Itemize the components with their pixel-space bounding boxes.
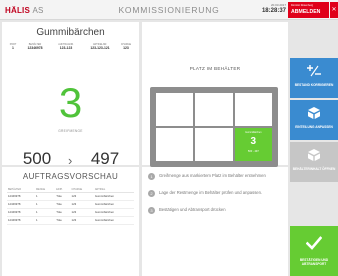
table-cell: 123 bbox=[70, 216, 94, 225]
meta-value: 1 bbox=[12, 46, 14, 50]
meta-value: 123-123-121 bbox=[90, 46, 110, 50]
table-row[interactable]: 12346978 1 Tüte 123 Gummibärchen bbox=[7, 192, 134, 201]
order-preview-table: BEHÄLTER MENGE EINH. CHARGE ARTIKEL 1234… bbox=[7, 187, 134, 225]
table-cell: 1 bbox=[34, 208, 56, 217]
close-icon[interactable]: ✕ bbox=[330, 2, 338, 18]
correct-stock-label: BESTAND KORRIGIEREN bbox=[294, 83, 334, 87]
logout-button[interactable]: Dominic Rosenberg ABMELDEN bbox=[288, 2, 329, 18]
table-cell: 1 bbox=[34, 200, 56, 209]
user-name: Dominic Rosenberg bbox=[291, 4, 313, 7]
meta-value: 123 bbox=[123, 46, 129, 50]
table-cell: Tüte bbox=[55, 216, 71, 225]
plus-minus-icon bbox=[307, 65, 321, 77]
checkmark-icon bbox=[306, 236, 322, 250]
box-icon bbox=[308, 107, 320, 119]
bin-panel: PLATZ IM BEHÄLTER Gummibärchen 3 500 - 4… bbox=[142, 22, 288, 167]
step-text: Greifmenge aus markiertem Platz im Behäl… bbox=[159, 173, 266, 178]
table-cell: Tüte bbox=[55, 200, 71, 209]
correct-stock-button[interactable]: BESTAND KORRIGIEREN bbox=[290, 58, 338, 98]
instructions-panel: 1 Greifmenge aus markiertem Platz im Beh… bbox=[142, 167, 288, 276]
article-panel: Gummibärchen PORT 1 BEHÄLTER 12346978 AU… bbox=[2, 22, 139, 172]
meta-value: 123-123 bbox=[59, 46, 73, 50]
table-cell: Gummibärchen bbox=[93, 200, 134, 209]
meta-order: AUFTRAGNR. 123-123 bbox=[52, 43, 80, 51]
order-preview-panel: AUFTRAGSVORSCHAU BEHÄLTER MENGE EINH. CH… bbox=[2, 167, 139, 276]
open-container-button[interactable]: BEHÄLTERINHALT ÖFFNEN bbox=[290, 142, 338, 182]
bin-slot[interactable] bbox=[195, 128, 233, 161]
table-cell: Gummibärchen bbox=[93, 216, 134, 225]
table-cell: 12346978 bbox=[7, 200, 35, 209]
chevron-right-icon: › bbox=[68, 153, 73, 168]
table-cell: 12346978 bbox=[7, 192, 35, 201]
app-root: HÄLIS AS KOMMISSIONIERUNG 20.03.2017 18:… bbox=[0, 0, 338, 276]
bin-slot-active[interactable]: Gummibärchen 3 500 - 497 bbox=[234, 128, 272, 161]
table-cell: 1 bbox=[34, 192, 56, 201]
step-number: 2 bbox=[148, 190, 155, 197]
target-quantity-value: 497 bbox=[90, 149, 120, 168]
article-name: Gummibärchen bbox=[36, 27, 105, 38]
clock: 20.03.2017 18:28:37 bbox=[250, 3, 286, 15]
adjust-division-button[interactable]: EINTEILUNG ANPASSEN bbox=[290, 100, 338, 140]
slot-quantity-change: 500 - 497 bbox=[247, 150, 259, 153]
top-bar: HÄLIS AS KOMMISSIONIERUNG 20.03.2017 18:… bbox=[0, 0, 338, 20]
slot-pick-quantity: 3 bbox=[250, 136, 257, 147]
bin-grid: Gummibärchen 3 500 - 497 bbox=[156, 93, 272, 161]
table-cell: 123 bbox=[70, 192, 94, 201]
meta-container: BEHÄLTER 12346978 bbox=[22, 43, 48, 51]
pick-quantity: 3 bbox=[58, 79, 83, 126]
adjust-division-label: EINTEILUNG ANPASSEN bbox=[295, 125, 333, 129]
table-row[interactable]: 12346978 1 Tüte 123 Gummibärchen bbox=[7, 208, 134, 217]
meta-article-number: ARTIKELNR. 123-123-121 bbox=[84, 43, 116, 51]
time-text: 18:28:37 bbox=[261, 8, 286, 14]
bin-slot[interactable] bbox=[156, 128, 194, 161]
bin-slot[interactable] bbox=[156, 93, 194, 126]
table-cell: Gummibärchen bbox=[93, 208, 134, 217]
meta-value: 12346978 bbox=[27, 46, 43, 50]
logout-label: ABMELDEN bbox=[291, 9, 321, 15]
table-row[interactable]: 12346978 1 Tüte 123 Gummibärchen bbox=[7, 216, 134, 225]
table-cell: 1 bbox=[34, 216, 56, 225]
pick-quantity-label: GREIFMENGE bbox=[58, 129, 83, 133]
container-icon bbox=[308, 149, 320, 161]
table-cell: 123 bbox=[70, 200, 94, 209]
step-text: Bestätigen und Abtransport drücken bbox=[159, 207, 226, 212]
meta-batch: CHARGE 123 bbox=[118, 43, 134, 51]
open-container-label: BEHÄLTERINHALT ÖFFNEN bbox=[292, 167, 336, 171]
slot-article-name: Gummibärchen bbox=[245, 131, 262, 134]
order-preview-title: AUFTRAGSVORSCHAU bbox=[22, 172, 119, 181]
step-number: 1 bbox=[148, 173, 155, 180]
action-sidebar: BESTAND KORRIGIEREN EINTEILUNG ANPASSEN … bbox=[290, 22, 338, 276]
table-cell: 12346978 bbox=[7, 216, 35, 225]
table-cell: Tüte bbox=[55, 208, 71, 217]
bin-frame: Gummibärchen 3 500 - 497 bbox=[150, 87, 278, 167]
table-cell: 12346978 bbox=[7, 208, 35, 217]
step-number: 3 bbox=[148, 207, 155, 214]
confirm-transport-label: BESTÄTIGEN UND ABTRANSPORT bbox=[299, 258, 329, 266]
table-row[interactable]: 12346978 1 Tüte 123 Gummibärchen bbox=[7, 200, 134, 209]
meta-port: PORT 1 bbox=[6, 43, 20, 51]
bin-title: PLATZ IM BEHÄLTER bbox=[189, 66, 241, 71]
confirm-transport-button[interactable]: BESTÄTIGEN UND ABTRANSPORT bbox=[290, 226, 338, 276]
table-cell: Tüte bbox=[55, 192, 71, 201]
bin-slot[interactable] bbox=[234, 93, 272, 126]
bin-slot[interactable] bbox=[195, 93, 233, 126]
table-cell: 123 bbox=[70, 208, 94, 217]
table-cell: Gummibärchen bbox=[93, 192, 134, 201]
step-text: Lage der Restmenge im Behälter prüfen un… bbox=[159, 190, 263, 195]
current-quantity-value: 500 bbox=[22, 149, 52, 168]
